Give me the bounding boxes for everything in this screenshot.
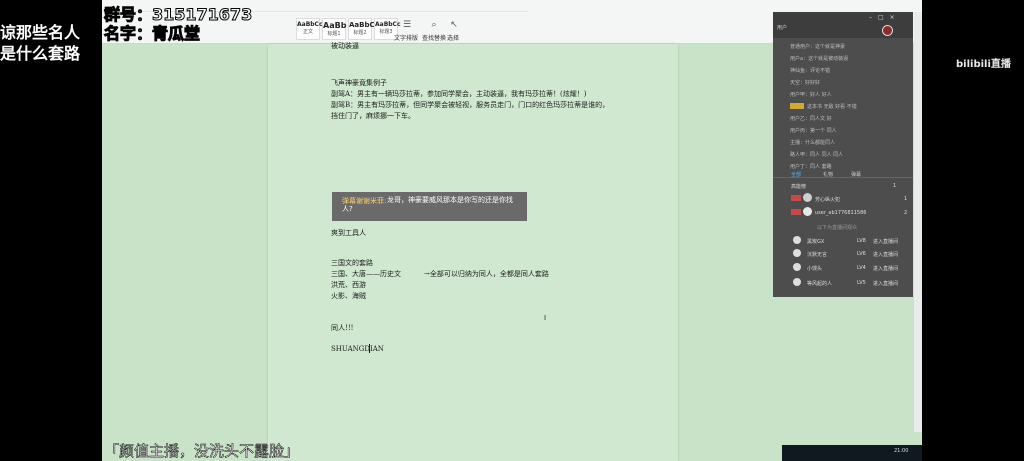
viewer-name: 黑炭GX [807,239,825,245]
style-normal-name: 正文 [302,29,313,35]
text-layout-icon[interactable]: ☰ [400,20,414,32]
tab-danmaku[interactable]: 弹幕 [851,171,861,178]
rank-badge [791,195,801,201]
chat-message: 主播：什么都能同人 [790,140,836,146]
viewer-name: 沉默无言 [807,252,828,258]
clock-time: 21:00 [894,448,909,454]
chat-message: 用户甲：好人 好人 [790,92,832,98]
tab-gifts[interactable]: 礼物 [823,171,833,178]
chat-message: 路人甲：同人 同人 同人 [790,152,844,158]
viewer-level: LV6 [857,251,866,257]
doc-line: 飞声神豪竟集例子 [331,79,387,87]
chat-message: 用户丁：同人 套路 [790,164,832,170]
tab-all[interactable]: 全部 [791,171,801,178]
avatar [803,193,812,202]
chat-message: 神仙鱼：评论不错 [790,68,831,74]
streamer-avatar[interactable] [882,25,893,36]
desktop-screen: AaBbCcDd 正文 AaBb 标题1 AaBbC 标题2 AaBbCc 标题… [102,0,922,461]
style-heading2-sample: AaBbC [349,21,375,29]
chat-message: 用户丙：第一个 同人 [790,128,837,134]
doc-line: 火影、海贼 [331,292,366,300]
style-heading1-name: 标题1 [327,31,341,37]
text-layout-label: 文字排版 [394,35,419,42]
chat-message: 用户乙：同人文 好 [790,116,832,122]
danmaku-comment-popup: 弹幕谢谢米菲: 龙哥，神豪要威风那本是你写的还是你找人? [332,192,527,221]
avatar [793,236,801,244]
chat-message: 普通用户：这个就是神豪 [790,44,846,50]
bilibili-live-logo: bilibili直播 [956,59,1011,70]
viewer-level: LV8 [857,238,866,244]
doc-line: SHUANGDIAN [331,345,384,353]
style-normal-sample: AaBbCcDd [297,21,332,28]
avatar [803,207,812,216]
window-controls[interactable]: –□× [869,14,901,21]
avatar [793,278,801,286]
scrollbar[interactable] [914,12,922,432]
chat-header-label: 用户 [777,25,788,31]
doc-line: 同人!!! [331,324,354,332]
gift-user-num: 1 [904,196,908,202]
style-normal-button[interactable]: AaBbCcDd 正文 [296,18,332,40]
avatar [793,263,801,271]
style-heading1-sample: AaBb [323,21,347,30]
viewer-action: 进入直播间 [873,239,899,245]
style-heading2-name: 标题2 [353,30,367,36]
style-heading2-button[interactable]: AaBbC 标题2 [348,18,375,40]
style-heading3-sample: AaBbCc [375,21,401,28]
medal-badge [790,103,804,109]
gift-user-name: 芳心纵火犯 [815,197,841,203]
viewer-level: LV4 [857,265,866,271]
viewer-name: 等风起的人 [807,281,833,287]
doc-line: 三国文的套路 [331,259,373,267]
doc-line: 爽到工具人 [331,229,366,237]
comment-text: 龙哥，神豪要威风那本是你写的还是你找人? [342,196,513,213]
doc-line: 被动装逼 [331,42,359,50]
select-label: 选择 [447,35,460,42]
doc-line: 副驾B：男主有玛莎拉蒂，但同学聚会被轻视，服务员走门，门口的红色玛莎拉蒂是谁的， [331,101,610,109]
cursor-select-icon[interactable]: ↖ [448,20,460,32]
gift-rank-title: 高能榜 [791,184,807,190]
text-cursor [369,344,370,353]
viewer-action: 进入直播间 [873,281,899,287]
doc-line: 副驾A：男主有一辆玛莎拉蒂，参加同学聚会，主动装逼，我有玛莎拉蒂！(炫耀！) [331,90,587,98]
viewer-action: 进入直播间 [873,252,899,258]
viewer-level: LV5 [857,280,866,286]
viewer-name: 小馒头 [807,266,823,272]
style-heading1-button[interactable]: AaBb 标题1 [322,18,346,40]
overlay-left-line2: 是什么套路 [0,44,81,63]
viewer-divider: 以下为直播间观众 [817,225,858,231]
find-replace-label: 查找替换 [422,35,447,42]
doc-line: 洪荒、西游 [331,281,366,289]
viewer-action: 进入直播间 [873,266,899,272]
slogan-overlay: 「颜值主播，没洗头不露脸」 [104,442,300,461]
chat-message: 天空：好好好 [790,80,821,86]
doc-line: 三国、大唐——历史文 [331,270,401,278]
doc-line: →全部可以归纳为同人，全都是同人套路 [424,270,549,278]
chat-message: 用户a：这个就是被动装逼 [790,56,849,62]
gift-user-name: user_ab1776811586 [815,210,867,216]
live-chat-panel: 用户 –□× 普通用户：这个就是神豪 用户a：这个就是被动装逼 神仙鱼：评论不错… [773,12,913,297]
search-icon[interactable]: ⌕ [428,20,440,32]
stream-frame: 谅那些名人 是什么套路 AaBbCcDd 正文 AaBb 标题1 AaBbC 标… [0,0,1024,461]
gift-user-num: 2 [904,210,908,216]
avatar [793,249,801,257]
rank-badge [791,209,801,215]
streamer-name-overlay: 名字：青瓜堂 [103,24,201,44]
gift-rank-count: 1 [893,183,897,189]
chat-message: 这本书 无敌 好看 不错 [807,104,857,110]
windows-taskbar: 21:00 [782,445,922,461]
doc-line: 挡住门了，麻烦挪一下车。 [331,112,415,120]
mouse-ibeam-icon: I [544,314,547,322]
